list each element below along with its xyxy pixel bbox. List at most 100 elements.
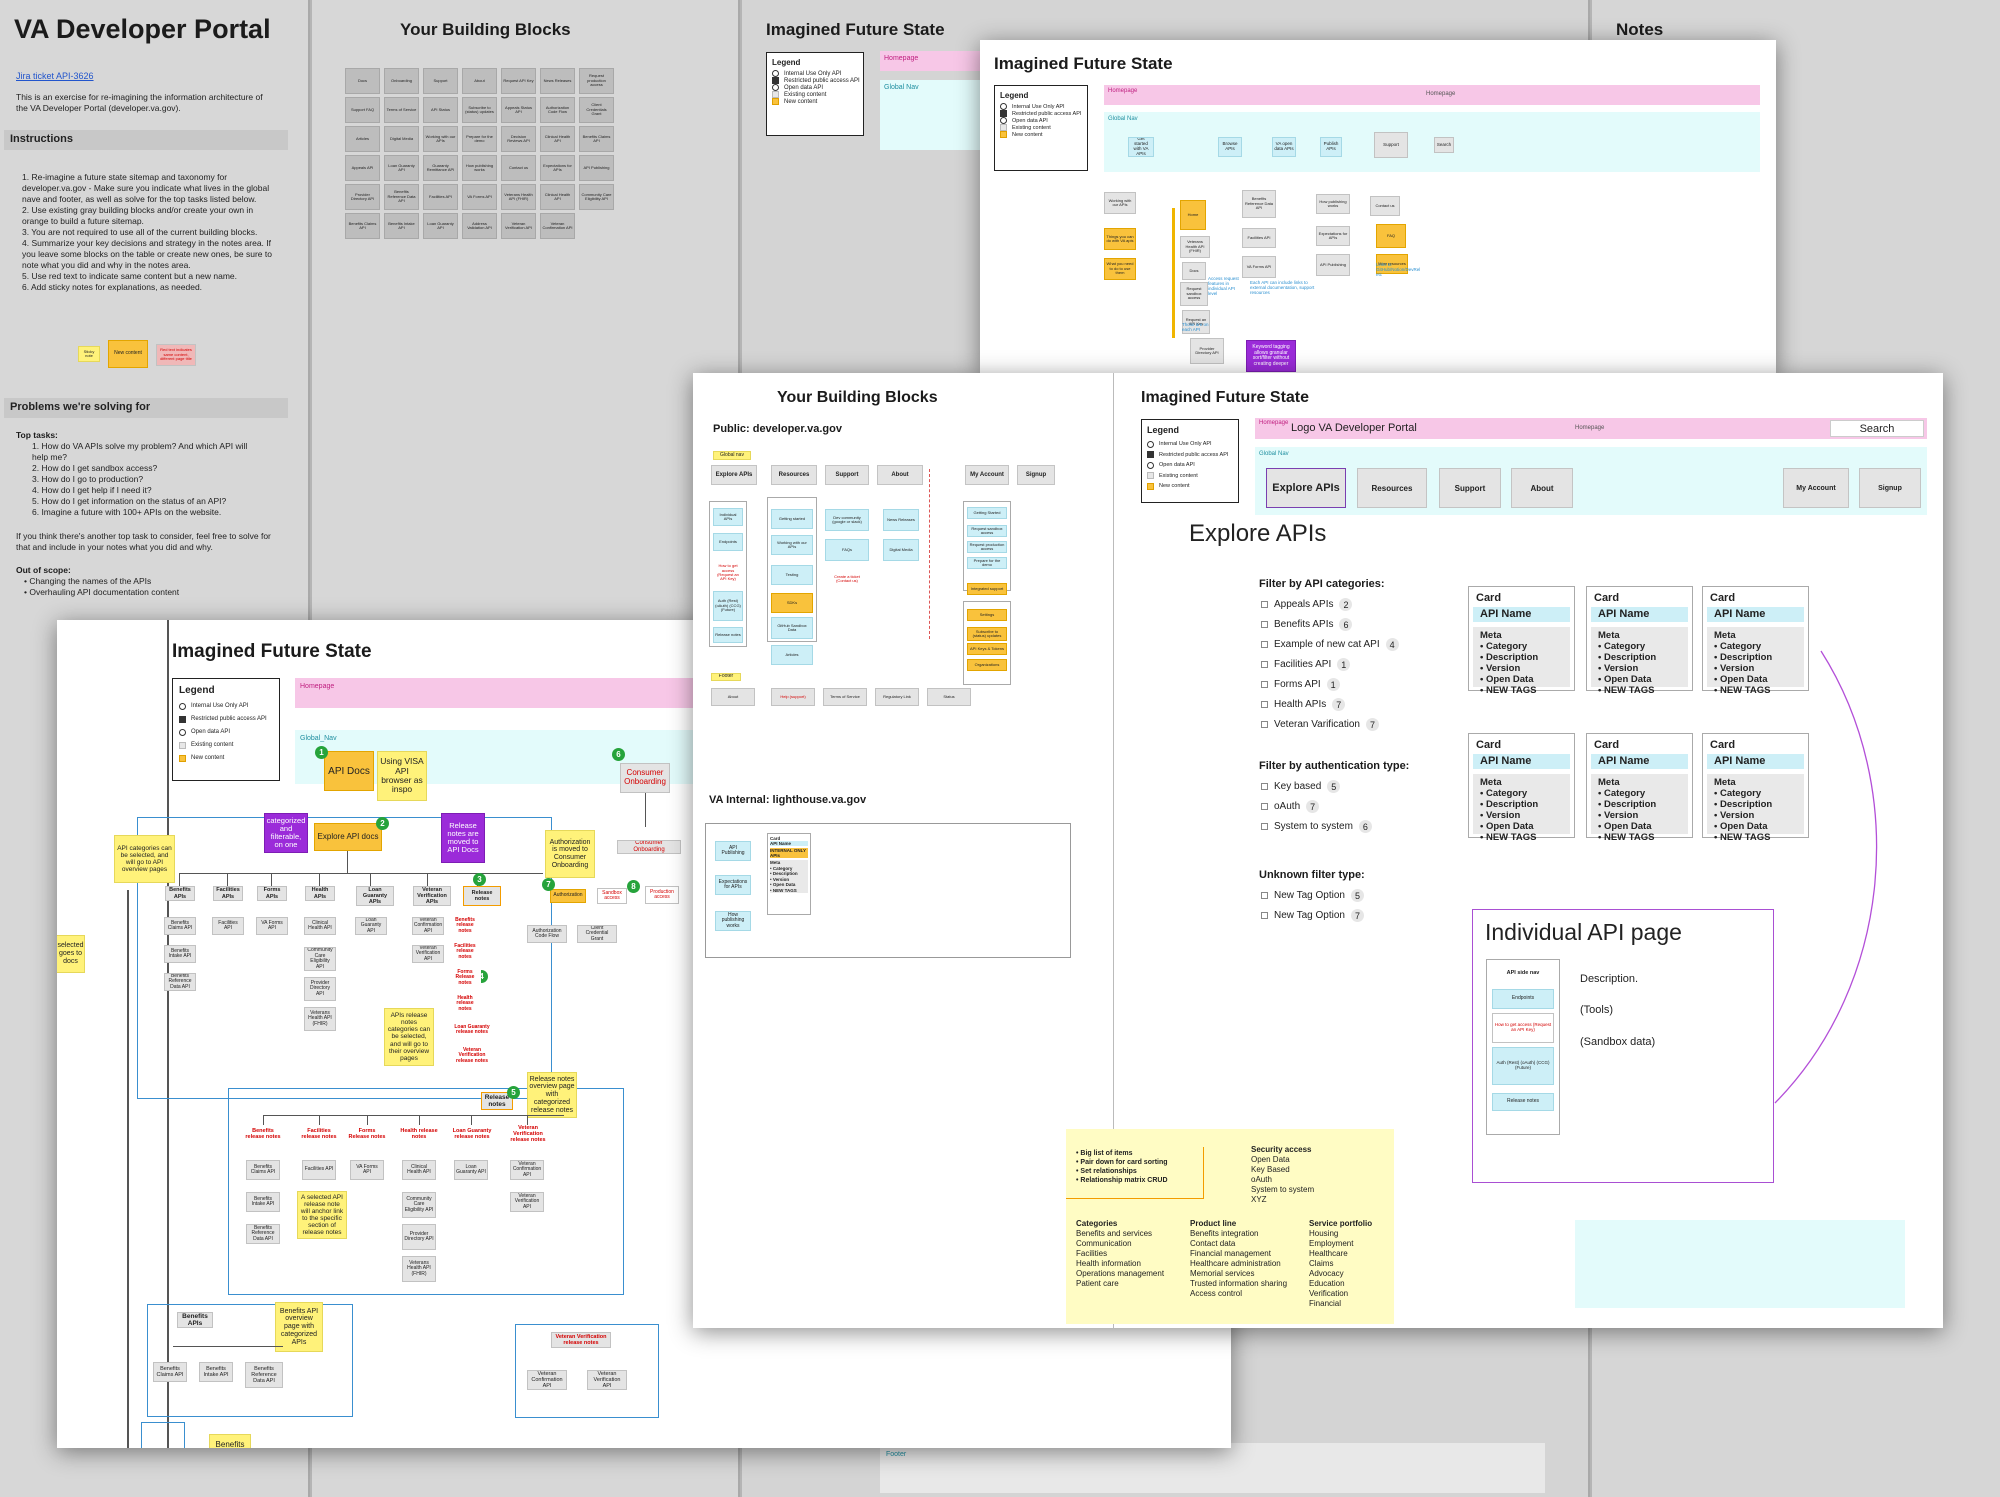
public-nav-signup[interactable]: Signup xyxy=(1017,465,1055,485)
checkbox[interactable] xyxy=(1261,912,1268,919)
search-input[interactable]: Search xyxy=(1830,420,1924,437)
api-node[interactable]: Provider Directory API xyxy=(304,977,336,1001)
release-notes-item[interactable]: Veteran Verification release notes xyxy=(449,1046,495,1066)
public-nav-about[interactable]: About xyxy=(877,465,923,485)
account-col-item[interactable]: Subscribe to (status) updates xyxy=(967,627,1007,641)
explore-col-item[interactable]: How to get access (Request an API Key) xyxy=(713,561,743,585)
api-category-0[interactable]: Benefits APIs xyxy=(165,886,195,901)
api-card[interactable]: Card API Name Meta • Category • Description •… xyxy=(1586,586,1693,696)
checkbox[interactable] xyxy=(1261,681,1268,688)
filter-option[interactable]: oAuth 7 xyxy=(1261,799,1320,814)
support-col-item[interactable]: Dev community (google or slack) xyxy=(825,509,869,531)
release-api-node[interactable]: Community Care Eligibility API xyxy=(402,1192,436,1218)
checkbox[interactable] xyxy=(1261,783,1268,790)
release-category[interactable]: Facilities release notes xyxy=(299,1125,339,1143)
release-api-node[interactable]: Benefits Reference Data API xyxy=(246,1224,280,1244)
nav-explore-apis[interactable]: Explore APIs xyxy=(1266,468,1346,508)
auth-node[interactable]: Sandbox access xyxy=(597,888,627,904)
api-node[interactable]: Veterans Health API (FHIR) xyxy=(304,1007,336,1031)
footer-item[interactable]: About xyxy=(711,688,755,706)
account-col-item[interactable]: Getting Started xyxy=(967,507,1007,519)
checkbox[interactable] xyxy=(1261,621,1268,628)
release-notes-item[interactable]: Health release notes xyxy=(449,994,481,1014)
release-api-node[interactable]: Provider Directory API xyxy=(402,1224,436,1250)
api-node[interactable]: VA Forms API xyxy=(256,917,288,935)
public-nav-explore[interactable]: Explore APIs xyxy=(711,465,757,485)
account-col-item[interactable]: Prepare for the demo xyxy=(967,557,1007,569)
nav-search[interactable]: Search xyxy=(1434,137,1454,153)
api-card[interactable]: Card API Name Meta • Category • Description •… xyxy=(1468,733,1575,843)
api-node[interactable]: Veteran Confirmation API xyxy=(412,917,444,935)
api-category-1[interactable]: Facilities APIs xyxy=(213,886,243,901)
auth-node[interactable]: Production access xyxy=(645,886,679,904)
checkbox[interactable] xyxy=(1261,892,1268,899)
nav-browse-apis[interactable]: Browse APIs xyxy=(1218,137,1242,157)
filter-option[interactable]: System to system 6 xyxy=(1261,819,1372,834)
filter-option[interactable]: Example of new cat API 4 xyxy=(1261,637,1399,652)
api-card[interactable]: Card API Name Meta • Category • Description •… xyxy=(1468,586,1575,696)
resources-col-item[interactable]: SDKs xyxy=(771,593,813,613)
account-col-item[interactable]: API Keys & Tokens xyxy=(967,643,1007,655)
nav-get-started[interactable]: Get started with VA APIs xyxy=(1128,137,1154,157)
filter-option[interactable]: Facilities API 1 xyxy=(1261,657,1351,672)
about-col-item[interactable]: Digital Media xyxy=(883,539,919,561)
side-nav-access[interactable]: How to get access (Request an API Key) xyxy=(1492,1013,1554,1043)
account-col-item[interactable]: Request sandbox access xyxy=(967,525,1007,537)
api-node[interactable]: Clinical Health API xyxy=(304,917,336,935)
filter-option[interactable]: Key based 5 xyxy=(1261,779,1341,794)
filter-option[interactable]: Veteran Varification 7 xyxy=(1261,717,1379,732)
jira-link[interactable]: Jira ticket API-3626 xyxy=(16,71,94,81)
auth-node[interactable]: Authorization xyxy=(550,889,586,903)
filter-option[interactable]: Health APIs 7 xyxy=(1261,697,1346,712)
api-node[interactable]: Veteran Verification API xyxy=(412,945,444,963)
account-col-item[interactable]: Request production access xyxy=(967,541,1007,553)
api-category-6[interactable]: Release notes xyxy=(463,886,501,906)
filter-option[interactable]: New Tag Option 7 xyxy=(1261,908,1364,923)
api-node[interactable]: Benefits Reference Data API xyxy=(164,973,196,991)
release-category[interactable]: Health release notes xyxy=(399,1125,439,1143)
api-category-4[interactable]: Loan Guaranty APIs xyxy=(356,886,394,906)
auth-node[interactable]: Authorization Code Flow xyxy=(527,925,567,943)
checkbox[interactable] xyxy=(1261,701,1268,708)
nav-open-data[interactable]: VA open data APIs xyxy=(1272,137,1296,157)
release-notes-item[interactable]: Forms Release notes xyxy=(449,968,481,988)
release-api-node[interactable]: Benefits Intake API xyxy=(246,1192,280,1212)
side-nav-endpoints[interactable]: Endpoints xyxy=(1492,989,1554,1009)
public-nav-support[interactable]: Support xyxy=(825,465,869,485)
resources-col-item[interactable]: Testing xyxy=(771,565,813,585)
release-api-node[interactable]: Benefits Claims API xyxy=(246,1160,280,1180)
resources-col-item[interactable]: Working with our APIs xyxy=(771,535,813,555)
auth-node[interactable]: Client Credential Grant xyxy=(577,925,617,943)
checkbox[interactable] xyxy=(1261,803,1268,810)
checkbox[interactable] xyxy=(1261,721,1268,728)
footer-item[interactable]: Terms of Service xyxy=(823,688,867,706)
filter-option[interactable]: Benefits APIs 6 xyxy=(1261,617,1353,632)
release-category[interactable]: Veteran Verification release notes xyxy=(507,1125,549,1143)
checkbox[interactable] xyxy=(1261,641,1268,648)
release-api-node[interactable]: Loan Guaranty API xyxy=(454,1160,488,1180)
footer-item[interactable]: Help (support) xyxy=(771,688,815,706)
release-category[interactable]: Forms Release notes xyxy=(347,1125,387,1143)
api-node[interactable]: Benefits Claims API xyxy=(164,917,196,935)
public-nav-account[interactable]: My Account xyxy=(965,465,1009,485)
release-api-node[interactable]: Veterans Health API (FHIR) xyxy=(402,1256,436,1282)
nav-resources[interactable]: Resources xyxy=(1357,468,1427,508)
release-notes-item[interactable]: Facilities release notes xyxy=(449,942,481,962)
explore-col-item[interactable]: Auth (Rest) (oAuth) (CCG) (Future) xyxy=(713,591,743,621)
explore-col-item[interactable]: Endpoints xyxy=(713,533,743,551)
api-node[interactable]: Facilities API xyxy=(212,917,244,935)
release-api-node[interactable]: Veteran Confirmation API xyxy=(510,1160,544,1180)
release-notes-item[interactable]: Loan Guaranty release notes xyxy=(449,1020,495,1040)
release-category[interactable]: Benefits release notes xyxy=(243,1125,283,1143)
api-node[interactable]: Community Care Eligibility API xyxy=(304,947,336,971)
public-nav-resources[interactable]: Resources xyxy=(771,465,817,485)
release-api-node[interactable]: Veteran Verification API xyxy=(510,1192,544,1212)
account-col-item[interactable]: Integrated support xyxy=(967,583,1007,595)
nav-publish-apis[interactable]: Publish APIs xyxy=(1320,137,1342,157)
nav-support[interactable]: Support xyxy=(1374,132,1408,158)
side-nav-release[interactable]: Release notes xyxy=(1492,1093,1554,1111)
nav-my-account[interactable]: My Account xyxy=(1783,468,1849,508)
footer-item[interactable]: Regulatory Link xyxy=(875,688,919,706)
explore-col-item[interactable]: Release notes xyxy=(713,627,743,643)
nav-support[interactable]: Support xyxy=(1439,468,1501,508)
